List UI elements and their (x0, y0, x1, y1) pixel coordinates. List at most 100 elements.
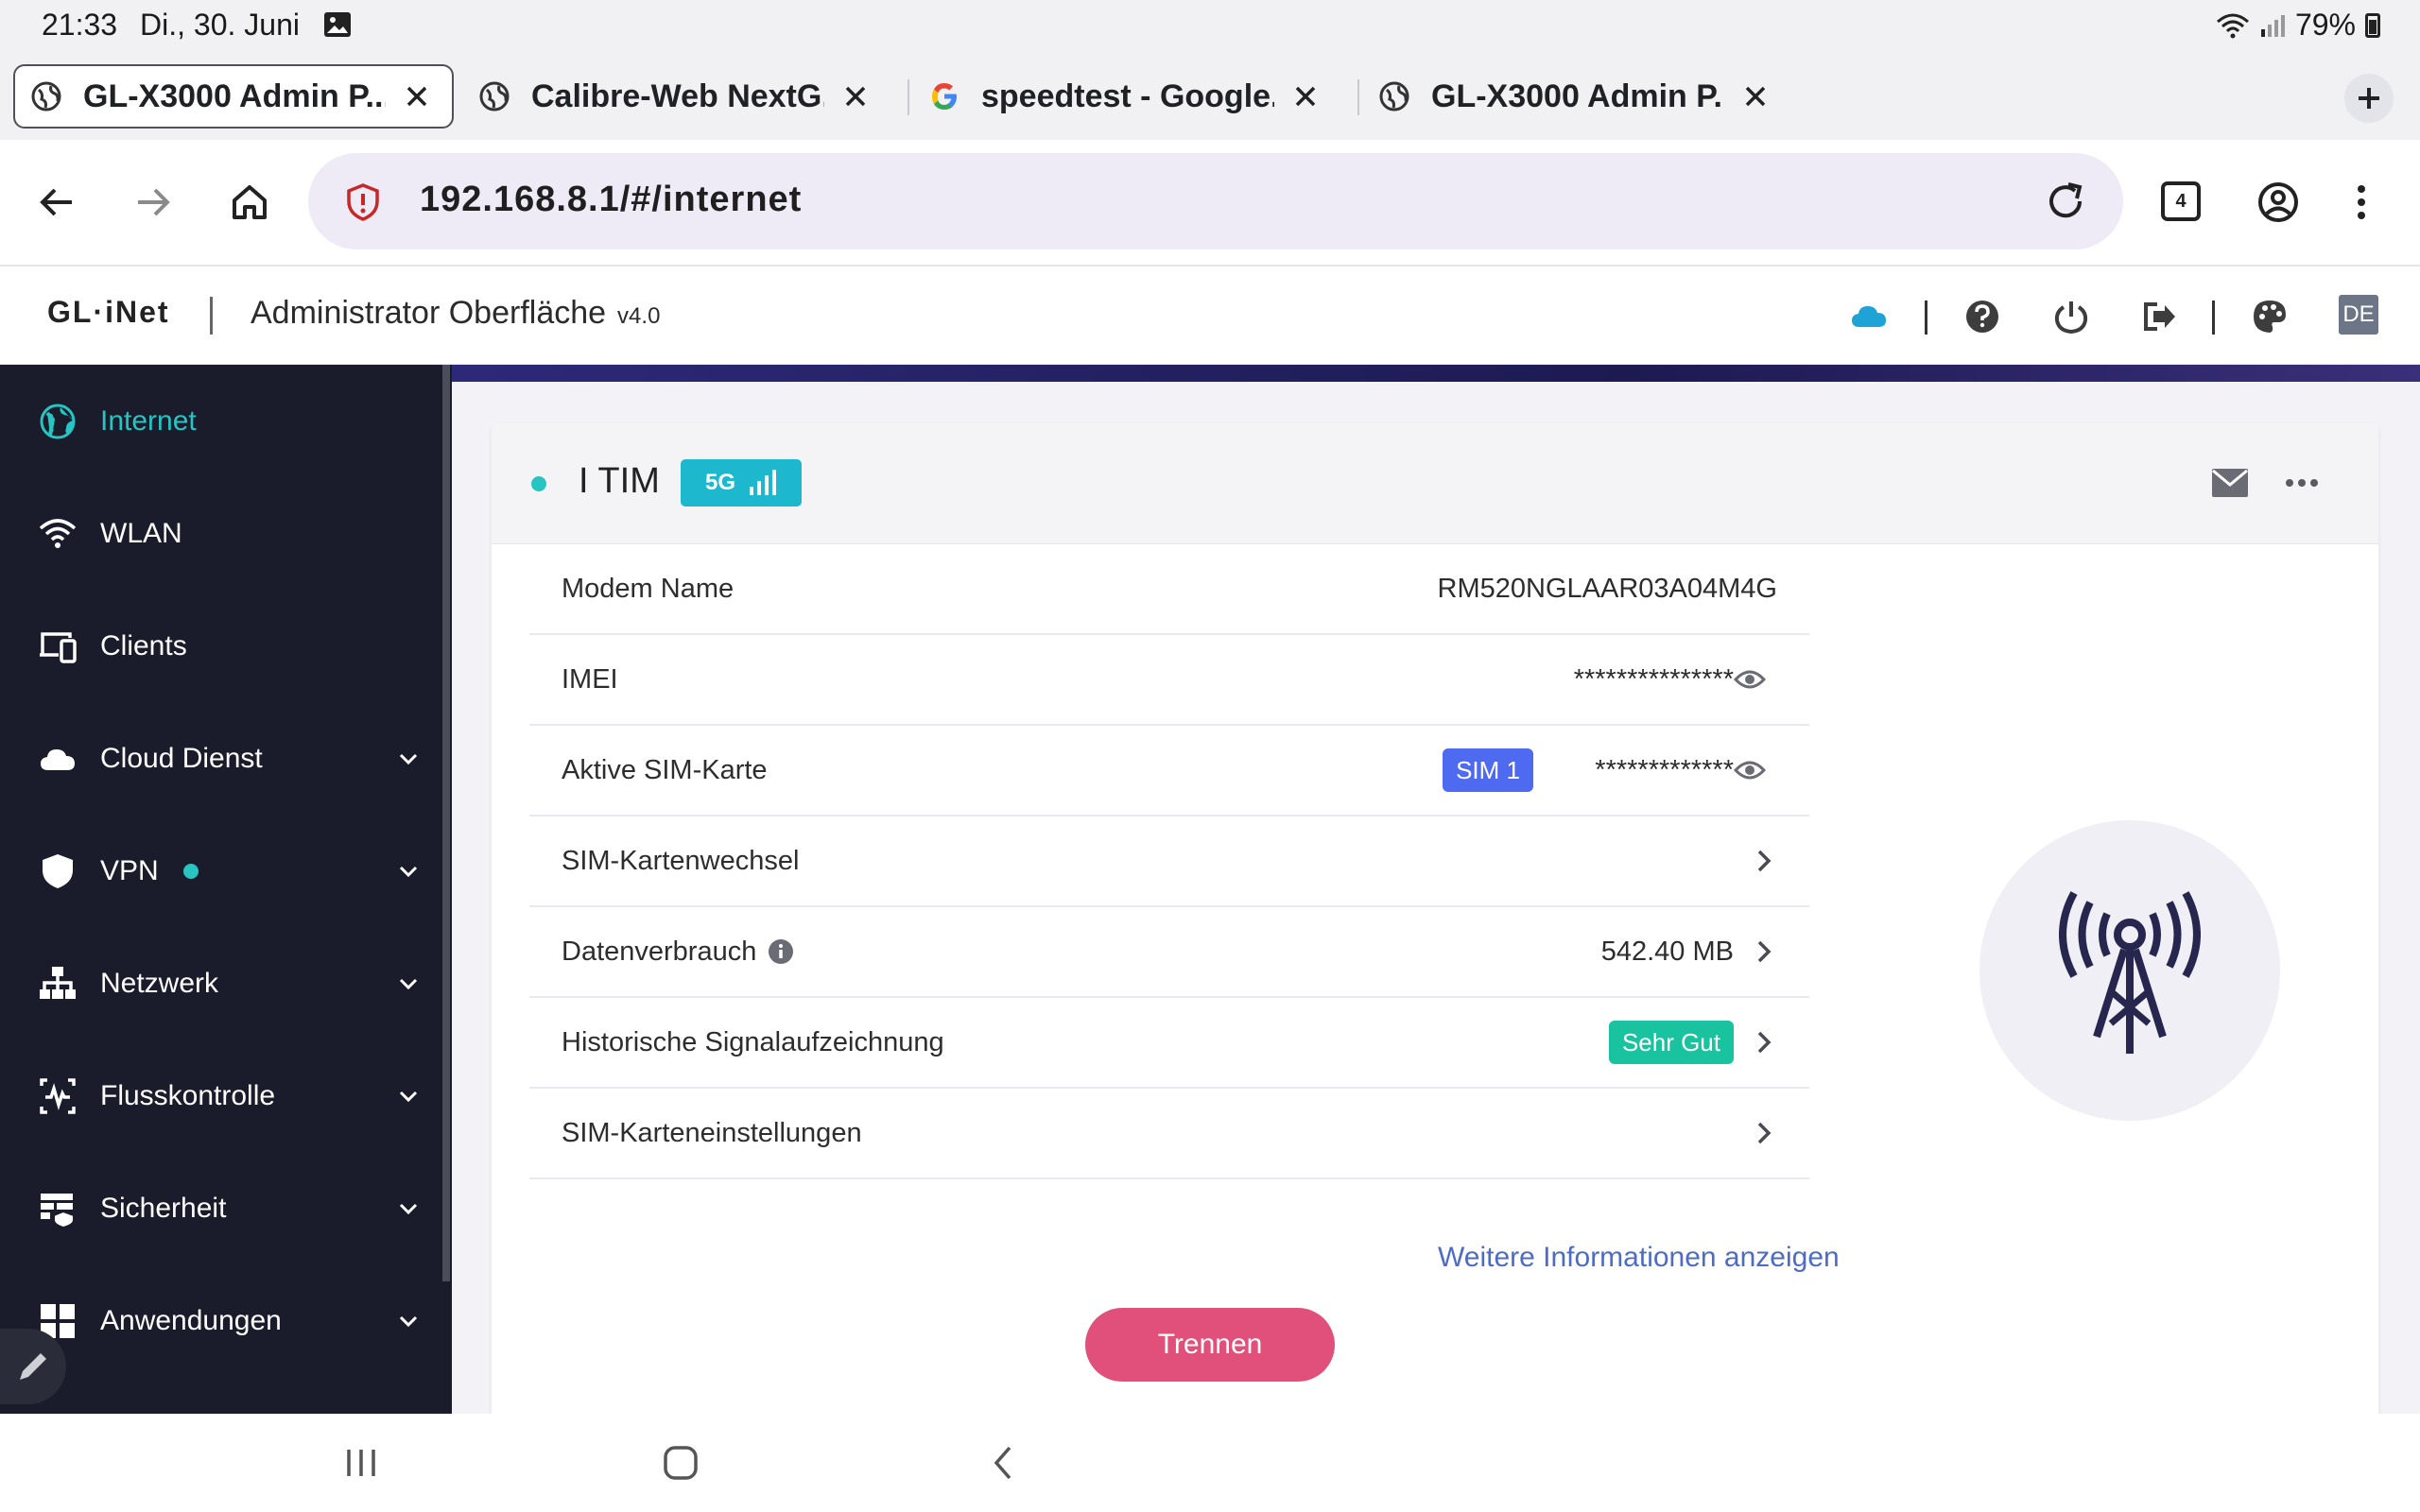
sidebar-item-clients[interactable]: Clients (0, 590, 444, 702)
cellular-card: I TIM 5G Modem Name RM520NGLAAR03A04M4G … (492, 423, 2378, 1414)
more-info-link[interactable]: Weitere Informationen anzeigen (1438, 1242, 1840, 1274)
data-usage-label: Datenverbrauch (562, 936, 757, 967)
theme-palette-icon[interactable] (2250, 297, 2290, 336)
back-nav-icon[interactable] (983, 1442, 1025, 1484)
address-bar[interactable]: 192.168.8.1/#/internet (308, 153, 2123, 249)
chevron-right-icon (1757, 1031, 1772, 1054)
close-icon[interactable] (1291, 82, 1320, 111)
globe-icon (40, 404, 76, 438)
row-signal-history[interactable]: Historische Signalaufzeichnung Sehr Gut (529, 998, 1809, 1089)
signal-status-icon (2260, 14, 2285, 37)
row-sim-settings[interactable]: SIM-Karteneinstellungen (529, 1089, 1809, 1179)
arrow-left-icon (40, 188, 72, 216)
new-tab-button[interactable] (2344, 74, 2394, 123)
battery-percent: 79% (2294, 8, 2356, 42)
globe-icon (31, 81, 61, 112)
row-label: Aktive SIM-Karte (562, 754, 768, 785)
close-icon[interactable] (1741, 82, 1770, 111)
arrow-right-icon (138, 188, 170, 216)
mail-icon[interactable] (2210, 467, 2250, 499)
home-icon (233, 185, 267, 219)
sidebar-item-label: Anwendungen (100, 1304, 282, 1336)
sidebar-item-label: VPN (100, 854, 159, 886)
menu-button[interactable] (2337, 178, 2386, 227)
home-button[interactable] (225, 178, 274, 227)
sidebar-nav: Internet WLAN Clients Cloud Dienst VPN N… (0, 365, 452, 1414)
version-label: v4.0 (617, 303, 661, 329)
recent-apps-icon[interactable] (340, 1442, 382, 1484)
power-icon[interactable] (2051, 297, 2091, 336)
row-label: Historische Signalaufzeichnung (562, 1026, 944, 1057)
sim-number-value: ************* (1595, 754, 1734, 785)
close-icon[interactable] (403, 82, 431, 111)
help-icon[interactable] (1962, 297, 2002, 336)
browser-toolbar: 192.168.8.1/#/internet 4 (0, 140, 2420, 266)
forward-button[interactable] (129, 178, 178, 227)
profile-button[interactable] (2254, 178, 2303, 227)
modem-info-list: Modem Name RM520NGLAAR03A04M4G IMEI ****… (529, 544, 1809, 1179)
battery-icon (2365, 12, 2380, 38)
sidebar-scrollbar[interactable] (442, 365, 450, 1281)
network-icon (40, 966, 76, 999)
chevron-down-icon (399, 1091, 418, 1102)
cloud-icon[interactable] (1849, 297, 1889, 336)
page-title: Administrator Oberfläche v4.0 (251, 295, 660, 332)
row-active-sim: Aktive SIM-Karte SIM 1 ************* (529, 726, 1809, 816)
imei-value: *************** (1573, 663, 1734, 695)
plus-icon (2359, 88, 2379, 109)
browser-tab-1[interactable]: GL-X3000 Admin P... (13, 64, 454, 129)
browser-tab-3[interactable]: speedtest - Google... (913, 64, 1335, 129)
info-icon[interactable] (768, 938, 794, 965)
sidebar-item-cloud-dienst[interactable]: Cloud Dienst (0, 702, 444, 815)
tab-title: GL-X3000 Admin P... (83, 77, 386, 114)
row-label: SIM-Karteneinstellungen (562, 1117, 862, 1148)
sidebar-item-label: Internet (100, 404, 197, 437)
header-separator (1925, 301, 1927, 335)
signal-bars-icon (750, 470, 777, 495)
chevron-down-icon (399, 866, 418, 877)
tab-separator (908, 79, 909, 115)
sidebar-item-netzwerk[interactable]: Netzwerk (0, 927, 444, 1040)
sidebar-item-anwendungen[interactable]: Anwendungen (0, 1264, 444, 1377)
row-label: IMEI (562, 663, 618, 695)
sidebar-item-flusskontrolle[interactable]: Flusskontrolle (0, 1040, 444, 1152)
eye-icon[interactable] (1734, 668, 1766, 691)
globe-icon (479, 81, 510, 112)
tab-title: Calibre-Web NextG... (531, 77, 824, 114)
flow-control-icon (40, 1077, 76, 1114)
browser-tab-4[interactable]: GL-X3000 Admin P... (1363, 64, 1785, 129)
account-icon (2258, 182, 2298, 222)
chevron-right-icon (1757, 1122, 1772, 1144)
back-button[interactable] (32, 178, 81, 227)
status-date: Di., 30. Juni (140, 8, 300, 42)
sidebar-item-sicherheit[interactable]: Sicherheit (0, 1152, 444, 1264)
row-data-usage[interactable]: Datenverbrauch 542.40 MB (529, 907, 1809, 998)
chevron-down-icon (399, 1203, 418, 1214)
more-horiz-icon[interactable] (2282, 467, 2322, 499)
logout-icon[interactable] (2140, 297, 2180, 336)
sidebar-item-internet[interactable]: Internet (0, 365, 444, 477)
more-vert-icon (2358, 185, 2365, 219)
reload-icon[interactable] (2044, 180, 2087, 223)
data-usage-value: 542.40 MB (1600, 936, 1734, 967)
cloud-icon (41, 748, 75, 770)
tab-switcher-button[interactable]: 4 (2161, 181, 2201, 221)
signal-quality-badge: Sehr Gut (1608, 1021, 1734, 1064)
sidebar-item-vpn[interactable]: VPN (0, 815, 444, 927)
chevron-down-icon (399, 1315, 418, 1327)
language-selector[interactable]: DE (2339, 295, 2378, 335)
sidebar-item-wlan[interactable]: WLAN (0, 477, 444, 590)
security-warning-icon[interactable] (346, 183, 380, 221)
eye-icon[interactable] (1734, 759, 1766, 782)
row-sim-switch[interactable]: SIM-Kartenwechsel (529, 816, 1809, 907)
disconnect-button[interactable]: Trennen (1085, 1308, 1335, 1382)
shield-icon (43, 853, 73, 888)
status-right: 79% (2216, 8, 2380, 43)
admin-title: Administrator Oberfläche (251, 295, 607, 331)
android-status-bar: 21:33 Di., 30. Juni 79% (0, 0, 2420, 49)
chevron-right-icon (1757, 850, 1772, 872)
home-nav-icon[interactable] (660, 1442, 701, 1484)
network-type-label: 5G (705, 470, 736, 495)
close-icon[interactable] (841, 82, 870, 111)
browser-tab-2[interactable]: Calibre-Web NextG... (463, 64, 885, 129)
